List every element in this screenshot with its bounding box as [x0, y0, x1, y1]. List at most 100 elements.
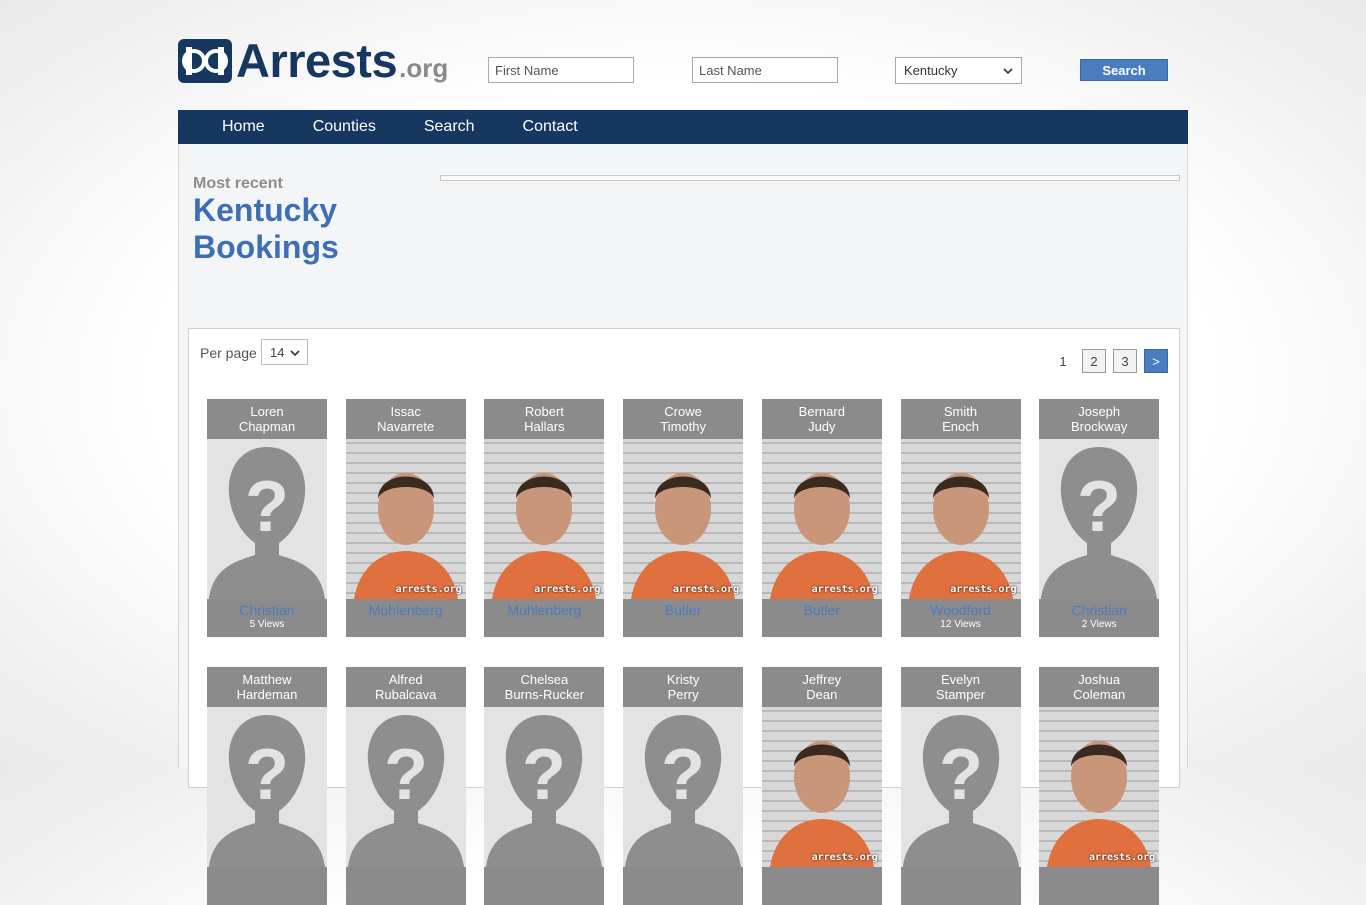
booking-card[interactable]: Chelsea Burns-Rucker ? [484, 667, 605, 905]
booking-card[interactable]: Alfred Rubalcava ? [345, 667, 466, 905]
svg-text:?: ? [661, 735, 705, 815]
svg-text:?: ? [1077, 467, 1121, 547]
card-name[interactable]: Evelyn Stamper [901, 667, 1021, 707]
card-name[interactable]: Crowe Timothy [623, 399, 743, 439]
last-name-input[interactable] [692, 57, 838, 83]
page-2-link[interactable]: 2 [1082, 349, 1106, 373]
mugshot-photo[interactable]: arrests.org [1039, 707, 1160, 867]
card-county-link[interactable] [762, 867, 882, 870]
nav-item-counties[interactable]: Counties [313, 110, 376, 144]
per-page-select[interactable]: 14 [261, 339, 308, 365]
booking-card[interactable]: Joseph Brockway ? Christian 2 Views [1039, 399, 1160, 637]
nav-item-home[interactable]: Home [222, 110, 265, 144]
card-first-name: Issac [390, 404, 421, 419]
per-page-label: Per page [200, 345, 257, 361]
card-footer [346, 867, 466, 905]
booking-card[interactable]: Smith Enoch arrests.org Woodford 12 View… [900, 399, 1021, 637]
booking-card[interactable]: Crowe Timothy arrests.org Butler [623, 399, 744, 637]
card-county-link[interactable] [346, 867, 466, 870]
card-first-name: Kristy [666, 672, 700, 687]
card-views: 12 Views [940, 619, 981, 630]
card-first-name: Chelsea [520, 672, 569, 687]
booking-card[interactable]: Robert Hallars arrests.org Muhlenberg [484, 399, 605, 637]
card-name[interactable]: Issac Navarrete [346, 399, 466, 439]
booking-card[interactable]: Evelyn Stamper ? [900, 667, 1021, 905]
card-county-link[interactable]: Muhlenberg [346, 599, 466, 618]
search-button[interactable]: Search [1080, 59, 1168, 81]
card-county-link[interactable]: Christian [1039, 599, 1159, 618]
card-county-link[interactable] [901, 867, 1021, 870]
card-first-name: Alfred [388, 672, 423, 687]
card-county-link[interactable]: Christian [207, 599, 327, 618]
card-first-name: Robert [524, 404, 564, 419]
booking-card[interactable]: Loren Chapman ? Christian 5 Views [207, 399, 327, 637]
card-county-link[interactable]: Muhlenberg [484, 599, 604, 618]
logo-suffix: .org [399, 53, 449, 83]
card-footer [623, 867, 743, 905]
card-county-link[interactable] [207, 867, 327, 870]
svg-text:?: ? [939, 735, 983, 815]
card-footer: Butler [623, 599, 743, 637]
card-name[interactable]: Bernard Judy [762, 399, 882, 439]
card-name[interactable]: Chelsea Burns-Rucker [484, 667, 604, 707]
card-name[interactable]: Robert Hallars [484, 399, 604, 439]
card-county-link[interactable] [623, 867, 743, 870]
card-name[interactable]: Matthew Hardeman [207, 667, 327, 707]
card-first-name: Bernard [798, 404, 845, 419]
chevron-down-icon [290, 345, 301, 360]
no-photo-silhouette-icon[interactable]: ? [484, 707, 605, 867]
booking-card[interactable]: Kristy Perry ? [623, 667, 744, 905]
state-select[interactable]: Kentucky [895, 57, 1022, 84]
card-county-link[interactable]: Woodford [901, 599, 1021, 618]
card-footer: Butler [762, 599, 882, 637]
card-county-link[interactable]: Butler [623, 599, 743, 618]
page-1-current: 1 [1059, 353, 1067, 369]
watermark: arrests.org [1088, 852, 1156, 863]
card-county-link[interactable] [1039, 867, 1159, 870]
handcuffs-logo-icon [178, 39, 232, 83]
card-name[interactable]: Loren Chapman [207, 399, 327, 439]
site-logo[interactable]: Arrests .org [178, 35, 449, 84]
mugshot-photo[interactable]: arrests.org [761, 707, 882, 867]
booking-card[interactable]: Issac Navarrete arrests.org Muhlenberg [345, 399, 466, 637]
card-last-name: Timothy [660, 419, 706, 434]
card-name[interactable]: Joshua Coleman [1039, 667, 1159, 707]
card-county-link[interactable] [484, 867, 604, 870]
page-title: Kentucky Bookings [193, 192, 413, 266]
next-page-button[interactable]: > [1144, 349, 1168, 373]
card-name[interactable]: Smith Enoch [901, 399, 1021, 439]
page-title-line1: Kentucky [193, 192, 338, 228]
no-photo-silhouette-icon[interactable]: ? [900, 707, 1021, 867]
page-title-line2: Bookings [193, 229, 339, 265]
watermark: arrests.org [950, 584, 1017, 595]
mugshot-photo[interactable]: arrests.org [345, 439, 466, 599]
card-county-link[interactable]: Butler [762, 599, 882, 618]
page-3-link[interactable]: 3 [1113, 349, 1137, 373]
booking-card[interactable]: Jeffrey Dean arrests.org [761, 667, 882, 905]
mugshot-photo[interactable]: arrests.org [623, 439, 744, 599]
mugshot-photo[interactable]: arrests.org [900, 439, 1021, 599]
card-name[interactable]: Joseph Brockway [1039, 399, 1159, 439]
booking-card[interactable]: Joshua Coleman arrests.org [1039, 667, 1160, 905]
no-photo-silhouette-icon[interactable]: ? [207, 439, 327, 599]
card-first-name: Joseph [1078, 404, 1121, 419]
booking-card[interactable]: Matthew Hardeman ? [207, 667, 327, 905]
bookings-panel: Per page 14 1 2 3 > Loren Chapman ? Chri… [188, 328, 1180, 905]
nav-item-search[interactable]: Search [424, 110, 475, 144]
card-name[interactable]: Kristy Perry [623, 667, 743, 707]
booking-card[interactable]: Bernard Judy arrests.org Butler [761, 399, 882, 637]
card-last-name: Dean [806, 687, 838, 702]
mugshot-photo[interactable]: arrests.org [484, 439, 605, 599]
no-photo-silhouette-icon[interactable]: ? [1039, 439, 1160, 599]
mugshot-photo[interactable]: arrests.org [761, 439, 882, 599]
card-name[interactable]: Jeffrey Dean [762, 667, 882, 707]
no-photo-silhouette-icon[interactable]: ? [623, 707, 744, 867]
first-name-input[interactable] [488, 57, 634, 83]
no-photo-silhouette-icon[interactable]: ? [345, 707, 466, 867]
per-page-value: 14 [270, 344, 285, 360]
no-photo-silhouette-icon[interactable]: ? [207, 707, 327, 867]
card-name[interactable]: Alfred Rubalcava [346, 667, 466, 707]
pagination: 1 2 3 > [1051, 349, 1168, 373]
watermark: arrests.org [811, 852, 878, 863]
nav-item-contact[interactable]: Contact [523, 110, 578, 144]
